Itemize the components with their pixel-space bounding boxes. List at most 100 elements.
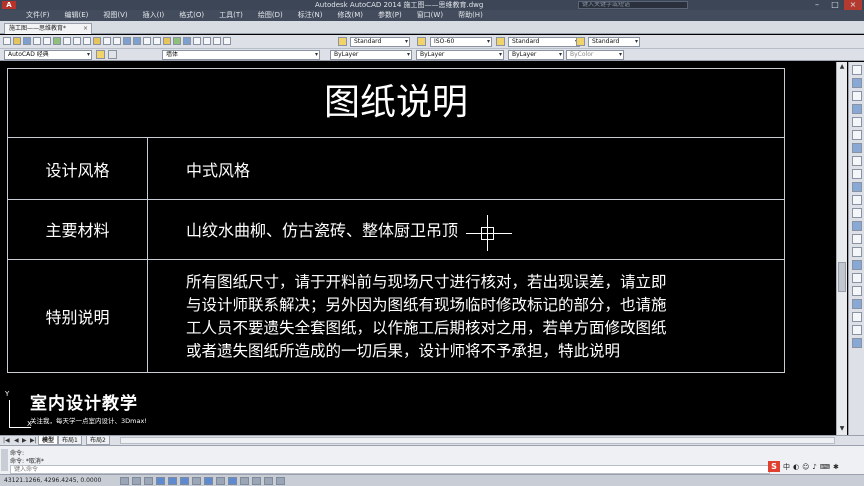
command-input[interactable]: 键入命令 [10,465,770,474]
next-tab-icon[interactable]: ▶ [22,436,27,445]
menu-file[interactable]: 文件(F) [26,10,50,21]
menu-tools[interactable]: 工具(T) [219,10,243,21]
file-tab[interactable]: 施工图——思维教育* × [4,23,92,34]
region-icon[interactable] [851,338,862,348]
redo-icon[interactable] [113,37,121,45]
publish-icon[interactable] [53,37,61,45]
mtext-icon[interactable] [851,299,862,309]
menu-window[interactable]: 窗口(W) [417,10,443,21]
point-icon[interactable] [851,325,862,335]
dim-style-select[interactable]: ISO-60 [430,37,492,47]
ime-language-toggle[interactable]: 中 [783,462,790,472]
menu-dimension[interactable]: 标注(N) [298,10,323,21]
show-lineweight-icon[interactable] [240,477,249,485]
zoom-realtime-icon[interactable] [133,37,141,45]
first-tab-icon[interactable]: |◀ [3,436,10,445]
design-center-icon[interactable] [173,37,181,45]
tab-layout2[interactable]: 布局2 [86,436,110,445]
print-icon[interactable] [33,37,41,45]
trim-icon[interactable] [851,182,862,192]
match-properties-icon[interactable] [93,37,101,45]
vertical-scrollbar[interactable]: ▲ ▼ [836,62,847,435]
snap-mode-icon[interactable] [132,477,141,485]
grid-display-icon[interactable] [144,477,153,485]
cut-icon[interactable] [63,37,71,45]
block-icon[interactable] [851,312,862,322]
quick-properties-icon[interactable] [264,477,273,485]
copy-object-icon[interactable] [851,78,862,88]
workspace-select[interactable]: AutoCAD 经典 [4,50,92,60]
tool-palettes-icon[interactable] [183,37,191,45]
ime-emoji-icon[interactable]: ☺ [802,463,809,471]
scroll-down-icon[interactable]: ▼ [837,424,847,433]
layer-select[interactable]: 墙体 [162,50,320,60]
transparency-icon[interactable] [252,477,261,485]
markup-icon[interactable] [203,37,211,45]
stretch-icon[interactable] [851,169,862,179]
offset-icon[interactable] [851,104,862,114]
hatch-icon[interactable] [851,273,862,283]
save-icon[interactable] [23,37,31,45]
horizontal-scrollbar[interactable] [120,437,835,444]
move-icon[interactable] [851,130,862,140]
sogou-ime-icon[interactable]: S [768,461,780,472]
ortho-mode-icon[interactable] [156,477,165,485]
rotate-icon[interactable] [851,143,862,153]
scroll-up-icon[interactable]: ▲ [837,62,847,71]
command-window-grip[interactable] [1,449,8,471]
color-select[interactable]: ByLayer [330,50,412,60]
scale-icon[interactable] [851,156,862,166]
object-snap-icon[interactable] [180,477,189,485]
menu-help[interactable]: 帮助(H) [458,10,483,21]
fillet-icon[interactable] [851,247,862,257]
open-file-icon[interactable] [13,37,21,45]
table-style-select[interactable]: Standard [508,37,580,47]
prev-tab-icon[interactable]: ◀ [14,436,19,445]
text-style-select[interactable]: Standard [350,37,410,47]
explode-icon[interactable] [851,260,862,270]
copy-icon[interactable] [73,37,81,45]
break-icon[interactable] [851,208,862,218]
menu-parametric[interactable]: 参数(P) [378,10,402,21]
layer-properties-icon[interactable] [96,50,105,59]
last-tab-icon[interactable]: ▶| [30,436,37,445]
object-snap-tracking-icon[interactable] [204,477,213,485]
vertical-scroll-thumb[interactable] [838,262,846,292]
layer-state-icon[interactable] [108,50,117,59]
zoom-previous-icon[interactable] [153,37,161,45]
dynamic-input-icon[interactable] [228,477,237,485]
selection-cycling-icon[interactable] [276,477,285,485]
menu-format[interactable]: 格式(O) [179,10,204,21]
tab-layout1[interactable]: 布局1 [58,436,82,445]
print-preview-icon[interactable] [43,37,51,45]
drawing-canvas[interactable]: 图纸说明 设计风格 中式风格 主要材料 山纹水曲柳、仿古瓷砖、整体厨卫吊顶 特别… [0,62,848,435]
multileader-style-select[interactable]: Standard [588,37,640,47]
menu-draw[interactable]: 绘图(D) [258,10,283,21]
minimize-button[interactable]: – [808,0,826,10]
maximize-button[interactable]: □ [826,0,844,10]
sheet-set-icon[interactable] [193,37,201,45]
undo-icon[interactable] [103,37,111,45]
ime-voice-icon[interactable]: ♪ [812,463,816,471]
zoom-window-icon[interactable] [143,37,151,45]
menu-modify[interactable]: 修改(M) [337,10,363,21]
ime-punctuation-icon[interactable]: ◐ [793,463,799,471]
autocad-logo-icon[interactable]: A [2,1,16,9]
drawing-notes-table[interactable]: 图纸说明 设计风格 中式风格 主要材料 山纹水曲柳、仿古瓷砖、整体厨卫吊顶 特别… [7,68,785,373]
extend-icon[interactable] [851,195,862,205]
menu-edit[interactable]: 编辑(E) [65,10,89,21]
erase-icon[interactable] [851,65,862,75]
ime-keyboard-icon[interactable]: ⌨ [820,463,830,471]
file-tab-close-icon[interactable]: × [83,24,88,34]
ime-settings-icon[interactable]: ✱ [833,463,839,471]
help-icon[interactable] [223,37,231,45]
mirror-icon[interactable] [851,91,862,101]
menu-view[interactable]: 视图(V) [103,10,127,21]
infer-constraints-icon[interactable] [120,477,129,485]
chamfer-icon[interactable] [851,234,862,244]
table-icon[interactable] [851,286,862,296]
polar-tracking-icon[interactable] [168,477,177,485]
lineweight-select[interactable]: ByLayer [508,50,564,60]
pan-icon[interactable] [123,37,131,45]
3d-object-snap-icon[interactable] [192,477,201,485]
